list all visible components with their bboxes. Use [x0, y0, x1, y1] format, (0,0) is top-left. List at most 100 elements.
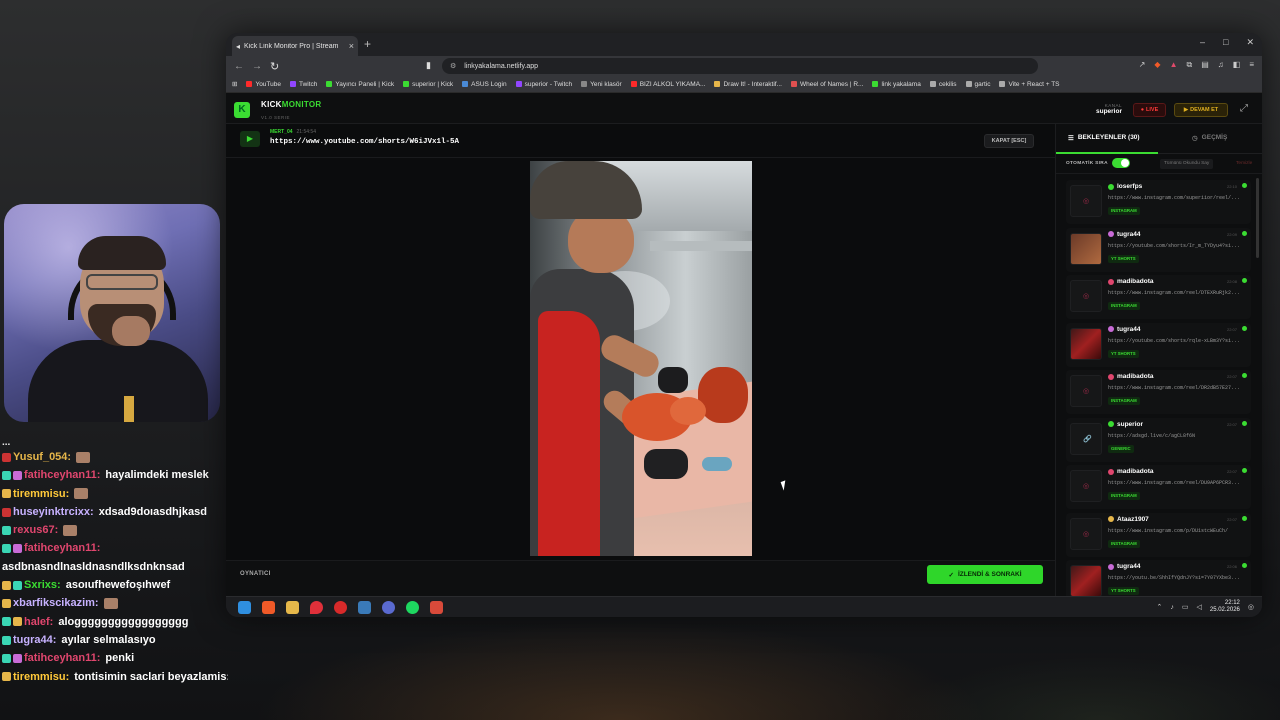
chat-username[interactable]: halef:: [24, 613, 53, 631]
chevron-up-icon[interactable]: ⌃: [1156, 603, 1162, 611]
queue-item[interactable]: ◎ madibadota 22:07 https://www.instagram.co…: [1066, 465, 1251, 509]
bookmark-item[interactable]: Wheel of Names | R...: [790, 80, 864, 88]
chat-text: aloggggggggggggggggg: [58, 615, 189, 628]
close-button[interactable]: KAPAT [ESC]: [984, 134, 1034, 148]
rewards-icon[interactable]: ▲: [1170, 60, 1178, 70]
chat-username[interactable]: tiremmisu:: [13, 668, 69, 686]
now-playing-url[interactable]: https://www.youtube.com/shorts/W6iJVx1l-…: [270, 138, 459, 146]
panel-tabs: ☰ BEKLEYENLER (30) ◷ GEÇMİŞ: [1056, 124, 1262, 154]
queue-item[interactable]: tugra44 22:07 https://youtube.com/shorts/r…: [1066, 322, 1251, 367]
calendar-app-icon[interactable]: [430, 601, 443, 614]
queue-item[interactable]: 🔗 superior 22:07 https://adsgd.live/c/agCL8…: [1066, 417, 1251, 462]
wallet-icon[interactable]: ◧: [1233, 60, 1241, 70]
brave-icon[interactable]: [262, 601, 275, 614]
queue-time: 22:07: [1226, 421, 1237, 427]
bookmark-item[interactable]: superior | Kick: [403, 81, 453, 88]
site-info-icon[interactable]: ⚙: [450, 62, 456, 70]
instagram-icon: ◎: [1083, 198, 1090, 205]
chat-username[interactable]: fatihceyhan11:: [24, 649, 100, 667]
music-icon[interactable]: ♫: [1218, 60, 1224, 70]
back-icon[interactable]: ←: [234, 61, 244, 72]
chat-username[interactable]: xbarfikscikazim:: [13, 594, 99, 612]
pin-app-icon[interactable]: [310, 601, 323, 614]
steam-icon[interactable]: [358, 601, 371, 614]
file-explorer-icon[interactable]: [286, 601, 299, 614]
notification-icon[interactable]: ◎: [1248, 603, 1254, 611]
queue-tag: INSTAGRAM: [1108, 539, 1140, 548]
watched-next-button[interactable]: ✓ İZLENDİ & SONRAKİ: [927, 565, 1043, 584]
new-tab-button[interactable]: +: [364, 37, 371, 51]
queue-user: tugra44: [1108, 326, 1140, 333]
browser-tab[interactable]: ◂ Kick Link Monitor Pro | Stream ×: [232, 36, 358, 56]
queue-username: tugra44: [1117, 230, 1141, 238]
queue-item[interactable]: ◎ loserfps 22:10 https://www.instagram.com/…: [1066, 180, 1251, 224]
chat-username[interactable]: huseyinktrcixx:: [13, 503, 94, 521]
chat-username[interactable]: Yusuf_054:: [13, 448, 71, 466]
tab-waiting[interactable]: ☰ BEKLEYENLER (30): [1068, 134, 1140, 142]
chat-text: penki: [105, 652, 135, 665]
spotify-icon[interactable]: [406, 601, 419, 614]
chat-text: ...: [2, 438, 11, 448]
auto-queue-toggle[interactable]: [1112, 158, 1130, 168]
bookmark-favicon-icon: [999, 81, 1006, 87]
close-window-button[interactable]: ✕: [1246, 37, 1254, 48]
chat-username[interactable]: rexus67:: [13, 521, 58, 539]
address-bar[interactable]: ⚙ linkyakalama.netlify.app: [442, 58, 1038, 74]
chat-username[interactable]: tugra44:: [13, 631, 56, 649]
bookmark-label: Twitch: [299, 80, 318, 88]
mic-icon[interactable]: ♪: [1170, 604, 1174, 611]
live-button[interactable]: ● LIVE: [1133, 103, 1166, 117]
chat-badge-icon: [2, 525, 11, 535]
maximize-button[interactable]: □: [1223, 37, 1228, 48]
bookmark-item[interactable]: link yakalama: [872, 81, 921, 88]
video-player[interactable]: [530, 161, 752, 556]
queue-item[interactable]: tugra44 22:06 https://youtu.be/ShhIfYQdnJY…: [1066, 560, 1251, 600]
brave-shield-icon[interactable]: ◆: [1154, 60, 1160, 70]
bookmark-icon[interactable]: ▮: [426, 60, 431, 71]
queue-scrollbar[interactable]: [1256, 178, 1259, 258]
bookmark-item[interactable]: ASUS Login: [462, 81, 507, 88]
bookmark-item[interactable]: Yayıncı Paneli | Kick: [326, 81, 394, 88]
apps-icon[interactable]: ⊞: [232, 80, 237, 88]
tab-history[interactable]: ◷ GEÇMİŞ: [1192, 134, 1227, 142]
bookmark-item[interactable]: YouTube: [246, 81, 281, 88]
queue-thumbnail: [1070, 232, 1102, 265]
chat-message: xbarfikscikazim:: [2, 594, 228, 612]
bookmark-label: Wheel of Names | R...: [799, 80, 864, 88]
sidebar-icon[interactable]: ▤: [1201, 60, 1209, 70]
bookmark-item[interactable]: Yeni klasör: [581, 81, 622, 88]
queue-item[interactable]: ◎ madibadota 22:07 https://www.instagram.co…: [1066, 370, 1251, 414]
bookmark-item[interactable]: BIZI ALKOL YIKAMA...: [630, 81, 705, 88]
reload-icon[interactable]: ↻: [270, 60, 279, 73]
forward-icon[interactable]: →: [252, 61, 262, 72]
close-tab-icon[interactable]: ×: [349, 41, 354, 51]
volume-icon[interactable]: ◁: [1196, 603, 1201, 611]
chat-username[interactable]: fatihceyhan11:: [24, 539, 100, 557]
clock[interactable]: 22:12 25.02.2026: [1210, 600, 1240, 614]
bookmark-item[interactable]: superior - Twitch: [515, 81, 572, 88]
chat-username[interactable]: Sxrixs:: [24, 576, 61, 594]
mark-all-read-button[interactable]: Tümünü Okundu Say: [1160, 159, 1214, 169]
bookmark-item[interactable]: Draw It! - Interaktif...: [714, 81, 782, 88]
popout-icon[interactable]: ⤢: [1240, 103, 1248, 114]
bookmark-item[interactable]: cekilis: [929, 81, 957, 88]
red-app-icon[interactable]: [334, 601, 347, 614]
queue-item[interactable]: tugra44 22:09 https://youtube.com/shorts/I…: [1066, 227, 1251, 272]
chat-username[interactable]: tiremmisu:: [13, 485, 69, 503]
bookmark-item[interactable]: gartic: [965, 81, 990, 88]
bookmark-item[interactable]: Twitch: [290, 81, 317, 88]
minimize-button[interactable]: –: [1200, 37, 1205, 48]
menu-icon[interactable]: ≡: [1249, 60, 1254, 70]
chat-username[interactable]: fatihceyhan11:: [24, 466, 100, 484]
queue-item[interactable]: ◎ madibadota 22:08 https://www.instagram.co…: [1066, 275, 1251, 319]
continue-button[interactable]: ▶ DEVAM ET: [1174, 103, 1228, 117]
start-icon[interactable]: [238, 601, 251, 614]
clear-button[interactable]: Temizle: [1236, 159, 1252, 169]
share-icon[interactable]: ↗: [1139, 60, 1146, 70]
queue-url: https://www.instagram.com/reel/DTEXRuRjk…: [1108, 290, 1241, 296]
extensions-icon[interactable]: ⧉: [1186, 60, 1192, 70]
bookmark-item[interactable]: Vite + React + TS: [999, 81, 1060, 88]
network-icon[interactable]: ▭: [1182, 603, 1189, 611]
queue-item[interactable]: ◎ Ataaz1907 22:07 https://www.instagram.com…: [1066, 512, 1251, 557]
obs-icon[interactable]: [382, 601, 395, 614]
